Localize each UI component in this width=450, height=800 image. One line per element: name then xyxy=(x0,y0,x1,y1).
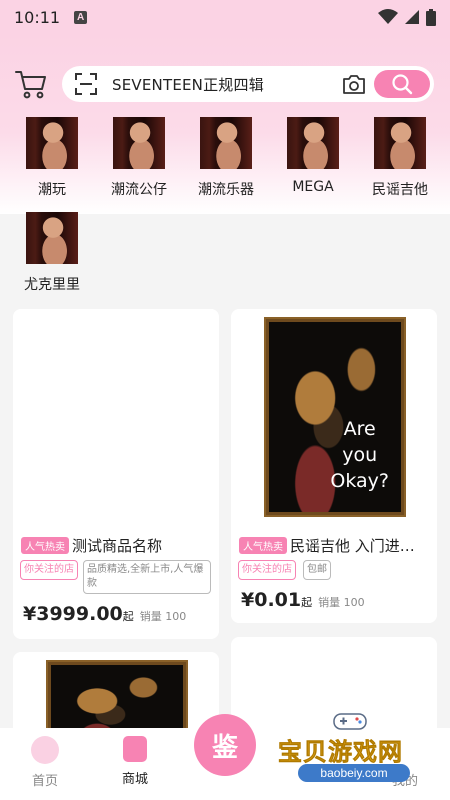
category-image xyxy=(287,117,339,169)
product-image xyxy=(13,309,219,529)
search-text[interactable]: SEVENTEEN正规四辑 xyxy=(112,74,264,95)
search-bar[interactable]: SEVENTEEN正规四辑 xyxy=(62,66,434,102)
image-text: Are you Okay? xyxy=(330,418,389,492)
product-price: ¥3999.00起 销量 100 xyxy=(23,603,187,625)
category-label: 潮玩 xyxy=(38,182,66,198)
gamepad-icon xyxy=(333,713,367,730)
sales-count: 销量 100 xyxy=(139,610,187,623)
category-label: 尤克里里 xyxy=(24,277,80,293)
category-item[interactable]: 潮流乐器 xyxy=(186,117,266,199)
product-price: ¥0.01起 销量 100 xyxy=(241,589,365,611)
category-item[interactable]: MEGA xyxy=(273,117,353,195)
sales-count: 销量 100 xyxy=(318,596,365,609)
search-icon xyxy=(392,74,413,95)
status-time: 10:11 xyxy=(14,7,61,27)
category-label: 潮流公仔 xyxy=(111,182,167,198)
category-image xyxy=(26,212,78,264)
category-item[interactable]: 民谣吉他 xyxy=(360,117,440,199)
category-image xyxy=(26,117,78,169)
product-card[interactable]: 人气热卖 测试商品名称 你关注的店 品质精选,全新上市,人气爆款 ¥3999.00… xyxy=(13,309,219,639)
product-title: 人气热卖 测试商品名称 xyxy=(21,535,213,556)
mall-bag-icon xyxy=(123,736,147,762)
shipping-chip: 包邮 xyxy=(303,560,331,580)
nav-home[interactable]: 首页 xyxy=(10,736,80,789)
product-title: 人气热卖 民谣吉他 入门进… xyxy=(239,535,435,556)
category-label: 民谣吉他 xyxy=(372,182,428,198)
hot-tag: 人气热卖 xyxy=(21,537,69,554)
signal-icon xyxy=(405,10,419,24)
feature-chip: 品质精选,全新上市,人气爆款 xyxy=(83,560,211,594)
scan-icon[interactable] xyxy=(74,72,98,96)
hot-tag: 人气热卖 xyxy=(239,537,287,554)
followed-shop-chip: 你关注的店 xyxy=(238,560,296,580)
status-bar: 10:11 A xyxy=(0,0,450,34)
battery-icon xyxy=(426,8,436,26)
notification-a-icon: A xyxy=(74,10,88,24)
appraisal-button[interactable]: 鉴 xyxy=(194,714,256,776)
category-label: 潮流乐器 xyxy=(198,182,254,198)
watermark-logo: 宝贝游戏网 baobeiy.com xyxy=(278,710,428,788)
category-image xyxy=(374,117,426,169)
nav-mall[interactable]: 商城 xyxy=(100,736,170,787)
category-image xyxy=(113,117,165,169)
category-item[interactable]: 潮玩 xyxy=(12,117,92,199)
category-image xyxy=(200,117,252,169)
category-item[interactable]: 尤克里里 xyxy=(12,212,92,294)
status-icons xyxy=(378,8,436,26)
followed-shop-chip: 你关注的店 xyxy=(20,560,78,580)
cart-icon[interactable] xyxy=(14,68,48,100)
wifi-icon xyxy=(378,9,398,24)
home-icon xyxy=(31,736,59,764)
camera-icon[interactable] xyxy=(342,73,366,95)
search-button[interactable] xyxy=(374,70,430,98)
product-card[interactable]: Are you Okay? 人气热卖 民谣吉他 入门进… 你关注的店 包邮 ¥0.… xyxy=(231,309,437,623)
product-image: Are you Okay? xyxy=(264,317,406,517)
category-label: MEGA xyxy=(292,179,334,195)
category-item[interactable]: 潮流公仔 xyxy=(99,117,179,199)
